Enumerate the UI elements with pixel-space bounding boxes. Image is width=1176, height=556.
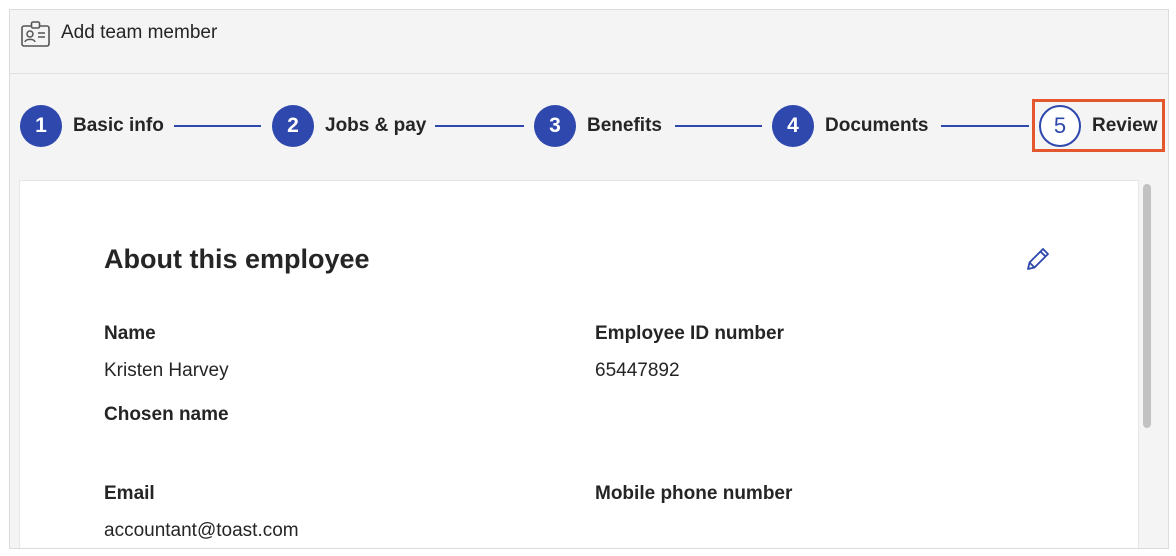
review-step-highlight [1032, 99, 1165, 152]
step-connector [675, 125, 762, 127]
step-number-badge: 1 [20, 105, 62, 147]
step-basic-info[interactable]: 1 Basic info [20, 104, 164, 148]
step-label: Jobs & pay [325, 115, 427, 136]
email-value: accountant@toast.com [104, 520, 299, 541]
employee-id-label: Employee ID number [595, 323, 784, 344]
progress-stepper: 1 Basic info 2 Jobs & pay 3 Benefits 4 D… [10, 104, 1168, 148]
step-connector [435, 125, 524, 127]
step-documents[interactable]: 4 Documents [772, 104, 928, 148]
step-number-badge: 3 [534, 105, 576, 147]
vertical-scrollbar[interactable] [1141, 182, 1153, 548]
review-card: About this employee Name Kristen Harvey … [19, 180, 1139, 548]
step-number-badge: 2 [272, 105, 314, 147]
name-label: Name [104, 323, 156, 344]
step-label: Benefits [587, 115, 662, 136]
name-value: Kristen Harvey [104, 360, 229, 381]
step-number-badge: 4 [772, 105, 814, 147]
id-badge-icon [21, 21, 50, 47]
add-team-member-dialog: Add team member 1 Basic info 2 Jobs & pa… [9, 9, 1169, 549]
step-label: Documents [825, 115, 929, 136]
email-label: Email [104, 483, 155, 504]
section-title: About this employee [104, 244, 370, 274]
employee-id-value: 65447892 [595, 360, 680, 381]
step-connector [941, 125, 1029, 127]
step-connector [174, 125, 261, 127]
step-label: Basic info [73, 115, 164, 136]
step-jobs-pay[interactable]: 2 Jobs & pay [272, 104, 426, 148]
pencil-icon[interactable] [1023, 244, 1053, 274]
step-benefits[interactable]: 3 Benefits [534, 104, 662, 148]
dialog-header: Add team member [10, 10, 1168, 74]
chosen-name-label: Chosen name [104, 404, 229, 425]
dialog-title: Add team member [61, 22, 218, 43]
scrollbar-thumb[interactable] [1143, 184, 1151, 428]
mobile-phone-label: Mobile phone number [595, 483, 793, 504]
